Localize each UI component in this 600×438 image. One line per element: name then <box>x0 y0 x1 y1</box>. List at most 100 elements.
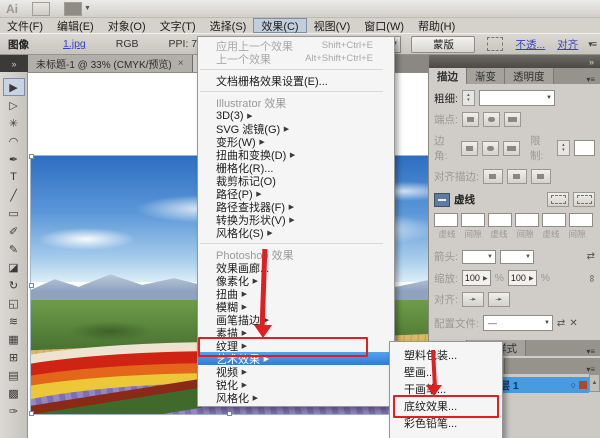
profile-combo[interactable]: — ▼ <box>483 315 553 331</box>
eraser-tool[interactable]: ◪ <box>3 258 25 276</box>
filename-link[interactable]: 1.jpg <box>63 38 86 50</box>
menu-item[interactable]: 风格化(S) ▶ <box>198 226 394 239</box>
arrowhead-end-combo[interactable]: ▼ <box>500 250 534 264</box>
weight-combo[interactable]: ▼ <box>479 90 555 106</box>
dock-collapse-icon[interactable]: » <box>589 57 594 67</box>
flip-along-icon[interactable]: ⇄ <box>557 318 565 329</box>
pen-tool[interactable]: ✒ <box>3 150 25 168</box>
tool-icon: ▦ <box>8 333 18 346</box>
submenu-item[interactable]: 壁画... <box>390 363 502 380</box>
mask-button[interactable]: 蒙版 <box>411 36 475 53</box>
align-arrow-icon: ➛ <box>495 294 503 305</box>
gradient-tool[interactable]: ▩ <box>3 384 25 402</box>
menu-item-shortcut: Shift+Ctrl+E <box>322 40 381 51</box>
panel-tab[interactable]: 渐变 <box>467 68 505 84</box>
selection-color-indicator[interactable] <box>579 381 587 389</box>
align-stroke-inside-button[interactable] <box>507 169 527 184</box>
swap-arrowheads-icon[interactable]: ⇄ <box>587 251 595 262</box>
panel-tab[interactable]: 透明度 <box>505 68 554 84</box>
link-scale-icon[interactable]: ∞ <box>586 274 597 281</box>
target-circle-icon[interactable]: ○ <box>571 380 576 390</box>
workspace-icon[interactable] <box>64 2 82 16</box>
align-arrow-end-button[interactable]: ➛ <box>488 292 510 307</box>
eyedropper-tool[interactable]: ✑ <box>3 402 25 420</box>
free-transform-tool[interactable]: ▦ <box>3 330 25 348</box>
pencil-tool[interactable]: ✎ <box>3 240 25 258</box>
scroll-up-icon[interactable]: ▲ <box>589 374 600 392</box>
lasso-tool[interactable]: ◠ <box>3 132 25 150</box>
tab-close-icon[interactable]: × <box>178 58 184 69</box>
menubar-item[interactable]: 文件(F) <box>0 18 50 33</box>
menubar-item[interactable]: 对象(O) <box>101 18 153 33</box>
dash-pattern-input[interactable] <box>488 213 512 227</box>
menubar-item[interactable]: 编辑(E) <box>50 18 101 33</box>
panel-menu-icon[interactable]: ▾≡ <box>581 365 600 374</box>
menubar-item[interactable]: 选择(S) <box>203 18 254 33</box>
corner-bevel-button[interactable] <box>503 141 520 156</box>
spinner-icon[interactable]: ▶ <box>529 275 534 282</box>
rotate-tool[interactable]: ↻ <box>3 276 25 294</box>
dashed-line-checkbox[interactable] <box>434 193 450 207</box>
align-arrow-tip-button[interactable]: ➛ <box>462 292 484 307</box>
isolate-icon[interactable] <box>487 37 503 51</box>
corner-miter-button[interactable] <box>461 141 478 156</box>
dash-align-button[interactable] <box>573 192 595 207</box>
menubar-item[interactable]: 窗口(W) <box>357 18 411 33</box>
scale-start-input[interactable]: 100 ▶ <box>462 270 491 286</box>
cap-projecting-button[interactable] <box>504 112 521 127</box>
controlbar-menu-icon[interactable]: ▾≡ <box>588 39 596 50</box>
panel-menu-icon[interactable]: ▾≡ <box>581 347 600 356</box>
workspace-caret-icon[interactable]: ▼ <box>84 5 91 12</box>
align-stroke-outside-button[interactable] <box>531 169 551 184</box>
opacity-link[interactable]: 不透... <box>515 37 545 52</box>
selection-handle[interactable] <box>29 411 34 416</box>
selection-handle[interactable] <box>227 411 232 416</box>
menubar-item[interactable]: 效果(C) <box>253 18 306 33</box>
percent-label: % <box>495 272 504 284</box>
mesh-tool[interactable]: ▤ <box>3 366 25 384</box>
corner-round-button[interactable] <box>482 141 499 156</box>
menu-item[interactable]: Illustrator 效果 <box>198 96 394 109</box>
width-tool[interactable]: ≋ <box>3 312 25 330</box>
scale-tool[interactable]: ◱ <box>3 294 25 312</box>
limit-stepper[interactable]: ▴▾ <box>557 140 570 156</box>
menubar-item[interactable]: 帮助(H) <box>411 18 462 33</box>
menu-item[interactable]: 上一个效果 Alt+Shift+Ctrl+E <box>198 52 394 65</box>
menu-item[interactable]: 风格化 ▶ <box>198 391 394 404</box>
cap-round-button[interactable] <box>483 112 500 127</box>
align-link[interactable]: 对齐 <box>557 37 578 52</box>
limit-input[interactable] <box>574 140 595 156</box>
arrowhead-start-combo[interactable]: ▼ <box>462 250 496 264</box>
menubar-item[interactable]: 文字(T) <box>153 18 203 33</box>
line-segment-tool[interactable]: ╱ <box>3 186 25 204</box>
panel-tab[interactable]: 描边 <box>429 68 467 84</box>
scale-end-input[interactable]: 100 ▶ <box>508 270 537 286</box>
menu-item[interactable]: 文档栅格效果设置(E)... <box>198 74 394 87</box>
paintbrush-tool[interactable]: ✐ <box>3 222 25 240</box>
weight-stepper[interactable]: ▴▾ <box>462 90 475 106</box>
tools-panel-collapse-icon[interactable]: » <box>0 55 28 72</box>
type-tool[interactable]: T <box>3 168 25 186</box>
dash-pattern-input[interactable] <box>515 213 539 227</box>
rectangle-tool[interactable]: ▭ <box>3 204 25 222</box>
flip-across-icon[interactable]: ✕ <box>569 318 577 329</box>
selection-handle[interactable] <box>29 283 34 288</box>
direct-selection-tool[interactable]: ▷ <box>3 96 25 114</box>
submenu-item[interactable]: 塑料包装... <box>390 346 502 363</box>
bridge-icon[interactable] <box>32 2 50 16</box>
dash-pattern-input[interactable] <box>542 213 566 227</box>
spinner-icon[interactable]: ▶ <box>483 275 488 282</box>
selection-tool[interactable]: ▶ <box>3 78 25 96</box>
dash-pattern-input[interactable] <box>434 213 458 227</box>
dash-pattern-input[interactable] <box>461 213 485 227</box>
document-tab[interactable]: 未标题-1 @ 33% (CMYK/预览) × <box>28 55 193 72</box>
menubar-item[interactable]: 视图(V) <box>307 18 358 33</box>
panel-menu-icon[interactable]: ▾≡ <box>581 75 600 84</box>
align-stroke-center-button[interactable] <box>483 169 503 184</box>
cap-butt-button[interactable] <box>462 112 479 127</box>
magic-wand-tool[interactable]: ✳ <box>3 114 25 132</box>
dash-preserve-button[interactable] <box>547 192 569 207</box>
dash-pattern-input[interactable] <box>569 213 593 227</box>
selection-handle[interactable] <box>29 154 34 159</box>
shape-builder-tool[interactable]: ⊞ <box>3 348 25 366</box>
